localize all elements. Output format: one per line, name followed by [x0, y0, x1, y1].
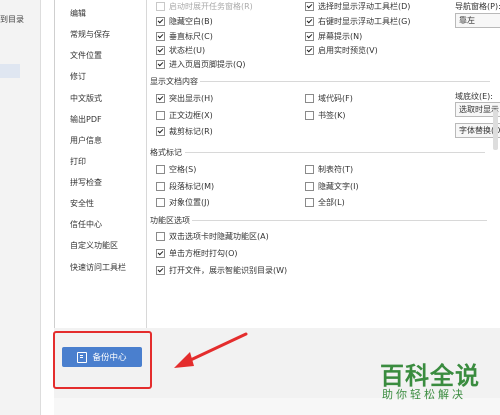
checkbox[interactable]: [156, 2, 165, 11]
checkbox[interactable]: [305, 198, 314, 207]
nav-item-quick-access[interactable]: 快速访问工具栏: [70, 262, 126, 273]
checkbox[interactable]: [156, 94, 165, 103]
option-field-codes[interactable]: 域代码(F): [305, 93, 353, 104]
annotation-highlight-box: [53, 331, 152, 389]
watermark-subtitle: 助你轻松解决: [382, 388, 466, 401]
checkbox[interactable]: [156, 17, 165, 26]
checkbox[interactable]: [156, 198, 165, 207]
watermark: 百科全说 助你轻松解决: [368, 348, 500, 410]
background-app-sidebar: 到目录: [0, 0, 41, 415]
section-divider: [185, 152, 485, 153]
option-paragraph-marks[interactable]: 段落标记(M): [156, 181, 214, 192]
section-divider: [200, 81, 490, 82]
option-tab-chars[interactable]: 制表符(T): [305, 164, 353, 175]
option-header-footer-tip[interactable]: 进入页眉页脚提示(Q): [156, 59, 246, 70]
nav-pane-select[interactable]: 靠左: [455, 13, 500, 28]
nav-item-chinese-layout[interactable]: 中文版式: [70, 93, 102, 104]
checkbox[interactable]: [156, 165, 165, 174]
checkbox[interactable]: [305, 17, 314, 26]
option-hide-blank[interactable]: 隐藏空白(B): [156, 16, 213, 27]
checkbox[interactable]: [305, 111, 314, 120]
field-shading-label: 域底纹(E):: [455, 92, 493, 101]
annotation-arrow-icon: [174, 332, 248, 368]
nav-item-user-info[interactable]: 用户信息: [70, 135, 102, 146]
nav-item-edit[interactable]: 编辑: [70, 8, 86, 19]
option-click-box-check[interactable]: 单击方框时打勾(O): [156, 248, 238, 259]
checkbox[interactable]: [305, 165, 314, 174]
nav-pane-label: 导航窗格(P):: [455, 2, 500, 11]
nav-item-customize-ribbon[interactable]: 自定义功能区: [70, 240, 118, 251]
section-divider: [192, 220, 487, 221]
checkbox[interactable]: [156, 266, 165, 275]
section-title-format-marks: 格式标记: [150, 148, 182, 157]
option-crop-marks[interactable]: 裁剪标记(R): [156, 126, 213, 137]
option-spaces[interactable]: 空格(S): [156, 164, 196, 175]
section-title-doc-content: 显示文档内容: [150, 77, 198, 86]
checkbox[interactable]: [156, 32, 165, 41]
checkbox[interactable]: [156, 127, 165, 136]
option-highlight[interactable]: 突出显示(H): [156, 93, 213, 104]
checkbox[interactable]: [305, 182, 314, 191]
checkbox[interactable]: [305, 46, 314, 55]
option-all-marks[interactable]: 全部(L): [305, 197, 345, 208]
option-object-anchors[interactable]: 对象位置(J): [156, 197, 210, 208]
option-live-preview[interactable]: 启用实时预览(V): [305, 45, 378, 56]
checkbox[interactable]: [156, 46, 165, 55]
option-status-bar[interactable]: 状态栏(U): [156, 45, 205, 56]
option-float-toolbar-rightclick[interactable]: 右键时显示浮动工具栏(G): [305, 16, 410, 27]
section-title-ribbon: 功能区选项: [150, 216, 190, 225]
option-float-toolbar-select[interactable]: 选择时显示浮动工具栏(D): [305, 1, 410, 12]
nav-item-export-pdf[interactable]: 输出PDF: [70, 114, 102, 125]
option-bookmarks[interactable]: 书签(K): [305, 110, 346, 121]
option-smart-toc[interactable]: 打开文件，展示智能识别目录(W): [156, 265, 287, 276]
nav-item-file-location[interactable]: 文件位置: [70, 50, 102, 61]
nav-item-print[interactable]: 打印: [70, 156, 86, 167]
checkbox[interactable]: [156, 60, 165, 69]
option-dblclick-hide-ribbon[interactable]: 双击选项卡时隐藏功能区(A): [156, 231, 269, 242]
scrollbar-thumb[interactable]: [493, 110, 498, 150]
option-hidden-text[interactable]: 隐藏文字(I): [305, 181, 359, 192]
checkbox[interactable]: [156, 232, 165, 241]
nav-item-trust-center[interactable]: 信任中心: [70, 219, 102, 230]
checkbox[interactable]: [156, 111, 165, 120]
checkbox[interactable]: [156, 249, 165, 258]
background-sidebar-highlight: [0, 64, 20, 78]
nav-item-general-save[interactable]: 常规与保存: [70, 29, 110, 40]
checkbox[interactable]: [305, 32, 314, 41]
options-nav: 编辑 常规与保存 文件位置 修订 中文版式 输出PDF 用户信息 打印 拼写检查…: [62, 0, 147, 328]
background-sidebar-text: 到目录: [0, 15, 24, 24]
nav-item-spell-check[interactable]: 拼写检查: [70, 177, 102, 188]
option-expand-task-pane[interactable]: 启动时展开任务窗格(R): [156, 1, 253, 12]
checkbox[interactable]: [156, 182, 165, 191]
nav-item-revision[interactable]: 修订: [70, 71, 86, 82]
option-screen-tips[interactable]: 屏幕提示(N): [305, 31, 362, 42]
option-text-border[interactable]: 正文边框(X): [156, 110, 213, 121]
checkbox[interactable]: [305, 2, 314, 11]
nav-item-security[interactable]: 安全性: [70, 198, 94, 209]
option-vertical-ruler[interactable]: 垂直标尺(C): [156, 31, 213, 42]
checkbox[interactable]: [305, 94, 314, 103]
